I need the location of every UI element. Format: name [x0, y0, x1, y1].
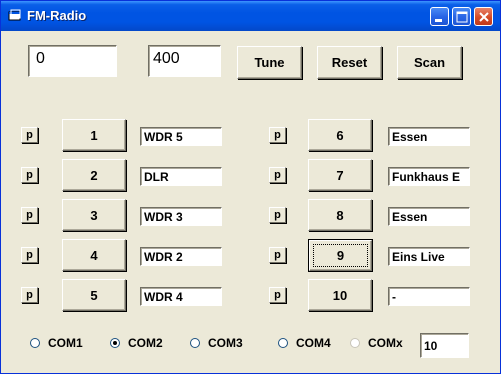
tune-button[interactable]: Tune: [237, 46, 302, 79]
minimize-button[interactable]: [430, 7, 449, 26]
maximize-icon: [456, 11, 468, 23]
comx-port-field[interactable]: 10: [420, 333, 469, 358]
comx-radio[interactable]: COMx: [350, 336, 403, 350]
com3-radio[interactable]: COM3: [190, 336, 243, 350]
preset-9-p-button[interactable]: p: [269, 247, 286, 263]
preset-2-p-button[interactable]: p: [21, 167, 38, 183]
preset-1-station-field[interactable]: WDR 5: [140, 127, 222, 146]
comx-label: COMx: [368, 336, 403, 350]
close-icon: [479, 12, 489, 22]
preset-9-station-field[interactable]: Eins Live: [388, 247, 470, 266]
preset-2-button[interactable]: 2: [62, 159, 126, 191]
preset-3-button[interactable]: 3: [62, 199, 126, 231]
preset-1-button[interactable]: 1: [62, 119, 126, 151]
com2-radio[interactable]: COM2: [110, 336, 163, 350]
preset-7-p-button[interactable]: p: [269, 167, 286, 183]
preset-2-station-field[interactable]: DLR: [140, 167, 222, 186]
preset-9-button[interactable]: 9: [308, 239, 373, 272]
scan-button[interactable]: Scan: [397, 46, 462, 79]
comx-radio-circle[interactable]: [350, 338, 360, 348]
preset-10-button[interactable]: 10: [308, 279, 372, 311]
com1-label: COM1: [48, 336, 83, 350]
step-field[interactable]: 400: [148, 45, 221, 77]
com3-label: COM3: [208, 336, 243, 350]
close-button[interactable]: [474, 7, 493, 26]
com2-label: COM2: [128, 336, 163, 350]
preset-1-p-button[interactable]: p: [21, 127, 38, 143]
com4-radio[interactable]: COM4: [278, 336, 331, 350]
com3-radio-circle[interactable]: [190, 338, 200, 348]
preset-3-p-button[interactable]: p: [21, 207, 38, 223]
preset-8-button[interactable]: 8: [308, 199, 372, 231]
title-bar[interactable]: FM-Radio: [1, 1, 500, 31]
com4-label: COM4: [296, 336, 331, 350]
preset-6-station-field[interactable]: Essen: [388, 127, 470, 146]
window-title: FM-Radio: [27, 8, 87, 23]
preset-4-station-field[interactable]: WDR 2: [140, 247, 222, 266]
preset-4-p-button[interactable]: p: [21, 247, 38, 263]
minimize-icon: [435, 19, 442, 22]
app-icon: [8, 9, 21, 21]
reset-button[interactable]: Reset: [317, 46, 382, 79]
frequency-field[interactable]: 0: [28, 45, 117, 77]
com4-radio-circle[interactable]: [278, 338, 288, 348]
maximize-button[interactable]: [452, 7, 471, 26]
preset-5-button[interactable]: 5: [62, 279, 126, 311]
preset-6-button[interactable]: 6: [308, 119, 372, 151]
preset-5-p-button[interactable]: p: [21, 287, 38, 303]
preset-5-station-field[interactable]: WDR 4: [140, 287, 222, 306]
com1-radio[interactable]: COM1: [30, 336, 83, 350]
preset-6-p-button[interactable]: p: [269, 127, 286, 143]
preset-10-station-field[interactable]: -: [388, 287, 470, 306]
preset-8-p-button[interactable]: p: [269, 207, 286, 223]
preset-8-station-field[interactable]: Essen: [388, 207, 470, 226]
preset-7-button[interactable]: 7: [308, 159, 372, 191]
preset-4-button[interactable]: 4: [62, 239, 126, 271]
preset-7-station-field[interactable]: Funkhaus E: [388, 167, 470, 186]
fm-radio-window: FM-Radio 0 400 Tune Reset Scan p 1 WDR 5…: [0, 0, 501, 374]
preset-10-p-button[interactable]: p: [269, 287, 286, 303]
preset-3-station-field[interactable]: WDR 3: [140, 207, 222, 226]
com1-radio-circle[interactable]: [30, 338, 40, 348]
com2-radio-circle[interactable]: [110, 338, 120, 348]
